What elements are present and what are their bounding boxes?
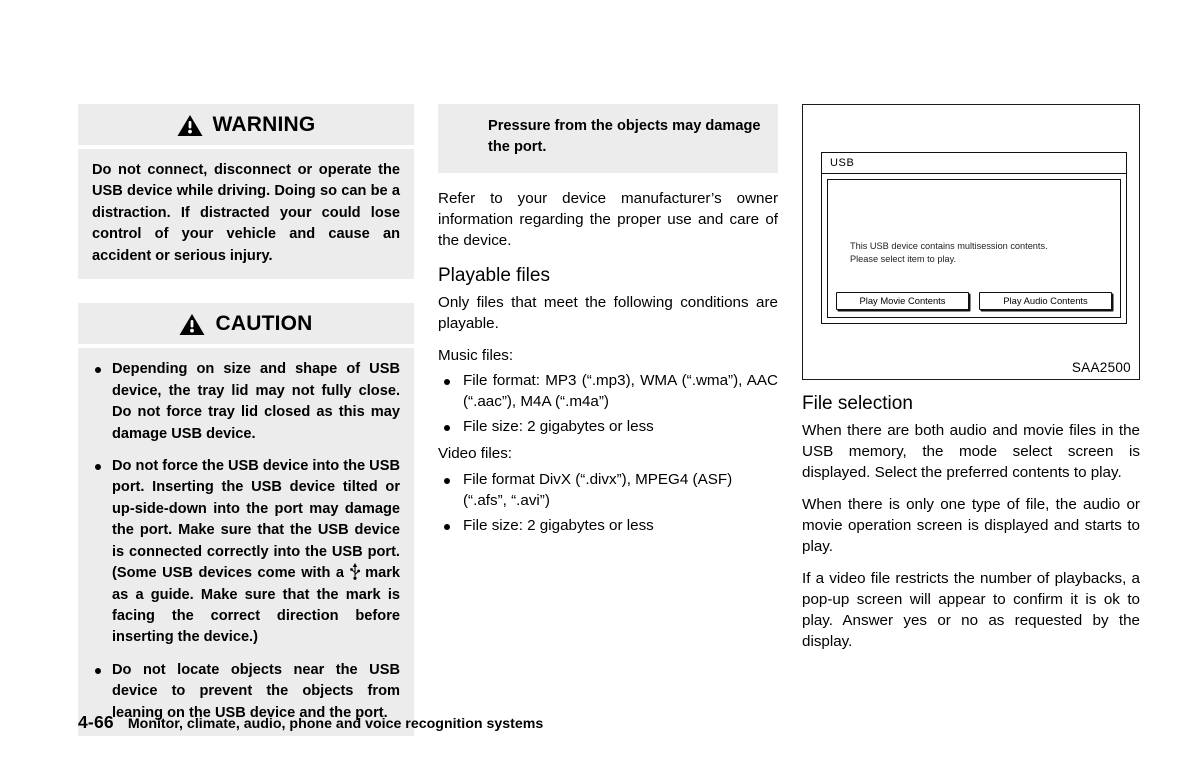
column-right: USB This USB device contains multisessio…	[802, 104, 1140, 663]
play-audio-contents-button[interactable]: Play Audio Contents	[979, 292, 1112, 310]
file-selection-paragraph-2: When there is only one type of file, the…	[802, 495, 1140, 555]
warning-label: WARNING	[212, 113, 316, 136]
manual-page: WARNING Do not connect, disconnect or op…	[0, 0, 1200, 763]
warning-body: Do not connect, disconnect or operate th…	[78, 149, 414, 280]
caution-label: CAUTION	[215, 312, 313, 336]
video-bullet-2: File size: 2 gigabytes or less	[463, 517, 654, 535]
play-movie-contents-button[interactable]: Play Movie Contents	[836, 292, 969, 310]
screen-message: This USB device contains multisession co…	[850, 240, 1108, 265]
caution-bullet-list: Depending on size and shape of USB devic…	[92, 359, 400, 724]
warning-triangle-icon	[177, 114, 203, 137]
warning-alert-box: WARNING Do not connect, disconnect or op…	[78, 104, 414, 280]
list-item: File format: MP3 (“.mp3), WMA (“.wma”), …	[438, 371, 778, 413]
video-files-list: File format DivX (“.divx”), MPEG4 (ASF) …	[438, 470, 778, 537]
warning-triangle-icon	[179, 313, 205, 336]
caution-alert-box: CAUTION Depending on size and shape of U…	[78, 303, 414, 737]
page-footer: 4-66 Monitor, climate, audio, phone and …	[78, 712, 543, 733]
usb-trident-icon	[349, 563, 360, 581]
screen-message-line-2: Please select item to play.	[850, 253, 957, 264]
page-number: 4-66	[78, 712, 114, 732]
music-bullet-1: File format: MP3 (“.mp3), WMA (“.wma”), …	[463, 372, 778, 411]
caution-continued-box: Pressure from the objects may damage the…	[438, 104, 778, 173]
screen-title-label: USB	[830, 157, 855, 169]
column-left: WARNING Do not connect, disconnect or op…	[78, 104, 414, 737]
usb-mode-select-illustration: USB This USB device contains multisessio…	[802, 104, 1140, 380]
file-selection-paragraph-1: When there are both audio and movie file…	[802, 421, 1140, 481]
caution-continued-text: Pressure from the objects may damage the…	[488, 118, 761, 156]
video-files-label: Video files:	[438, 445, 513, 463]
caution-header: CAUTION	[78, 303, 414, 345]
list-item: Do not force the USB device into the USB…	[92, 456, 400, 649]
list-item: Depending on size and shape of USB devic…	[92, 359, 400, 445]
figure-code: SAA2500	[1071, 360, 1131, 375]
list-item: File size: 2 gigabytes or less	[438, 417, 778, 438]
screen-button-row: Play Movie Contents Play Audio Contents	[836, 292, 1112, 310]
list-item: File format DivX (“.divx”), MPEG4 (ASF) …	[438, 470, 778, 512]
video-bullet-1: File format DivX (“.divx”), MPEG4 (ASF) …	[463, 471, 733, 510]
caution-body: Depending on size and shape of USB devic…	[78, 348, 414, 737]
caution-bullet-1: Depending on size and shape of USB devic…	[112, 361, 400, 442]
warning-text: Do not connect, disconnect or operate th…	[92, 162, 400, 264]
screen-message-line-1: This USB device contains multisession co…	[850, 241, 1048, 251]
music-bullet-2: File size: 2 gigabytes or less	[463, 418, 654, 436]
list-item: File size: 2 gigabytes or less	[438, 516, 778, 537]
illustration-screen: USB This USB device contains multisessio…	[821, 152, 1127, 324]
warning-header: WARNING	[78, 104, 414, 145]
column-middle: Pressure from the objects may damage the…	[438, 104, 778, 543]
playable-files-heading: Playable files	[438, 264, 550, 286]
manufacturer-info-paragraph: Refer to your device manufacturer’s owne…	[438, 189, 778, 249]
playable-files-intro: Only files that meet the following condi…	[438, 293, 778, 332]
music-files-label: Music files:	[438, 346, 514, 364]
screen-title-bar: USB	[822, 153, 1126, 174]
footer-section-title: Monitor, climate, audio, phone and voice…	[127, 716, 544, 732]
screen-content-area: This USB device contains multisession co…	[827, 179, 1121, 318]
file-selection-paragraph-3: If a video file restricts the number of …	[802, 569, 1140, 650]
file-selection-heading: File selection	[802, 393, 913, 414]
music-files-list: File format: MP3 (“.mp3), WMA (“.wma”), …	[438, 371, 778, 438]
